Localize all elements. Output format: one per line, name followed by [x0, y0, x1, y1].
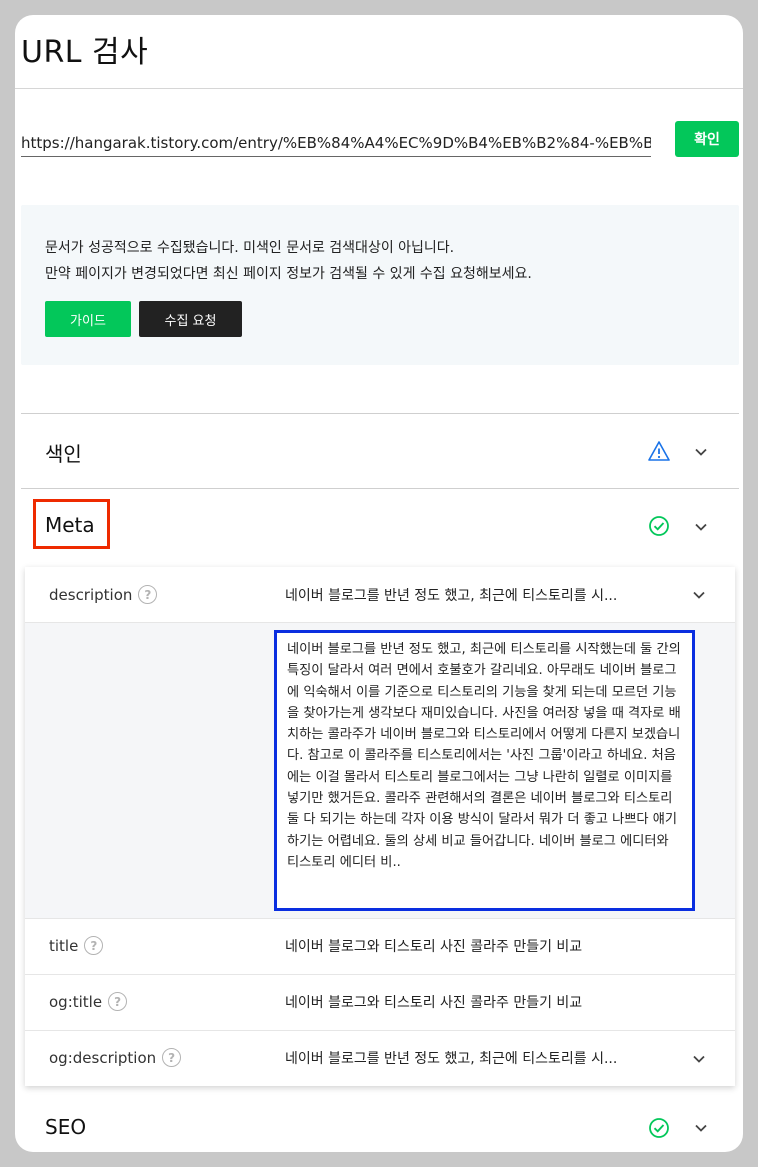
- help-icon[interactable]: ?: [84, 936, 104, 955]
- url-inspection-card: URL 검사 확인 문서가 성공적으로 수집됐습니다. 미색인 문서로 검색대상…: [15, 15, 743, 1152]
- meta-key-label: og:description: [49, 1048, 157, 1067]
- chevron-down-icon[interactable]: [691, 1051, 707, 1067]
- meta-value: 네이버 블로그를 반년 정도 했고, 최근에 티스토리를 시...: [285, 588, 618, 604]
- chevron-down-icon: [695, 448, 707, 456]
- section-meta-header[interactable]: Meta: [21, 489, 739, 563]
- chevron-down-icon: [695, 523, 707, 531]
- description-expanded: 네이버 블로그를 반년 정도 했고, 최근에 티스토리를 시작했는데 둘 간의 …: [25, 623, 735, 919]
- help-icon[interactable]: ?: [138, 585, 158, 604]
- check-circle-icon: [649, 516, 669, 536]
- meta-row-og-title: og:title ? 네이버 블로그와 티스토리 사진 콜라주 만들기 비교: [25, 975, 735, 1031]
- meta-key-label: description: [49, 585, 133, 604]
- meta-row-description[interactable]: description ? 네이버 블로그를 반년 정도 했고, 최근에 티스토…: [25, 567, 735, 623]
- status-notice: 문서가 성공적으로 수집됐습니다. 미색인 문서로 검색대상이 아닙니다. 만약…: [21, 205, 739, 365]
- chevron-down-icon: [695, 1124, 707, 1132]
- help-icon[interactable]: ?: [162, 1048, 182, 1067]
- meta-value: 네이버 블로그를 반년 정도 했고, 최근에 티스토리를 시...: [285, 1051, 618, 1067]
- warning-icon: [648, 441, 670, 461]
- section-index-header[interactable]: 색인: [21, 414, 739, 488]
- url-input[interactable]: [21, 123, 651, 157]
- meta-highlight-box: [33, 499, 110, 549]
- meta-key: description ?: [49, 585, 158, 604]
- notice-line-1: 문서가 성공적으로 수집됐습니다. 미색인 문서로 검색대상이 아닙니다.: [45, 240, 455, 256]
- meta-key: title ?: [49, 936, 104, 955]
- meta-key: og:description ?: [49, 1048, 182, 1067]
- section-seo-label: SEO: [45, 1115, 87, 1139]
- meta-row-title: title ? 네이버 블로그와 티스토리 사진 콜라주 만들기 비교: [25, 919, 735, 975]
- description-full-text: 네이버 블로그를 반년 정도 했고, 최근에 티스토리를 시작했는데 둘 간의 …: [274, 630, 695, 911]
- meta-key-label: title: [49, 936, 79, 955]
- title-divider: [15, 88, 743, 89]
- confirm-button[interactable]: 확인: [675, 121, 739, 157]
- meta-row-og-description[interactable]: og:description ? 네이버 블로그를 반년 정도 했고, 최근에 …: [25, 1031, 735, 1086]
- meta-key-label: og:title: [49, 992, 103, 1011]
- help-icon[interactable]: ?: [108, 992, 128, 1011]
- section-seo-header[interactable]: SEO: [21, 1099, 739, 1152]
- guide-button[interactable]: 가이드: [45, 301, 131, 337]
- chevron-down-icon[interactable]: [691, 587, 707, 603]
- meta-value: 네이버 블로그와 티스토리 사진 콜라주 만들기 비교: [285, 939, 583, 955]
- meta-value: 네이버 블로그와 티스토리 사진 콜라주 만들기 비교: [285, 995, 583, 1011]
- notice-line-2: 만약 페이지가 변경되었다면 최신 페이지 정보가 검색될 수 있게 수집 요청…: [45, 266, 532, 282]
- meta-key: og:title ?: [49, 992, 128, 1011]
- meta-details-panel: description ? 네이버 블로그를 반년 정도 했고, 최근에 티스토…: [25, 567, 735, 1086]
- page-title: URL 검사: [21, 35, 149, 70]
- crawl-request-button[interactable]: 수집 요청: [139, 301, 242, 337]
- check-circle-icon: [649, 1118, 669, 1138]
- section-index-label: 색인: [45, 442, 82, 466]
